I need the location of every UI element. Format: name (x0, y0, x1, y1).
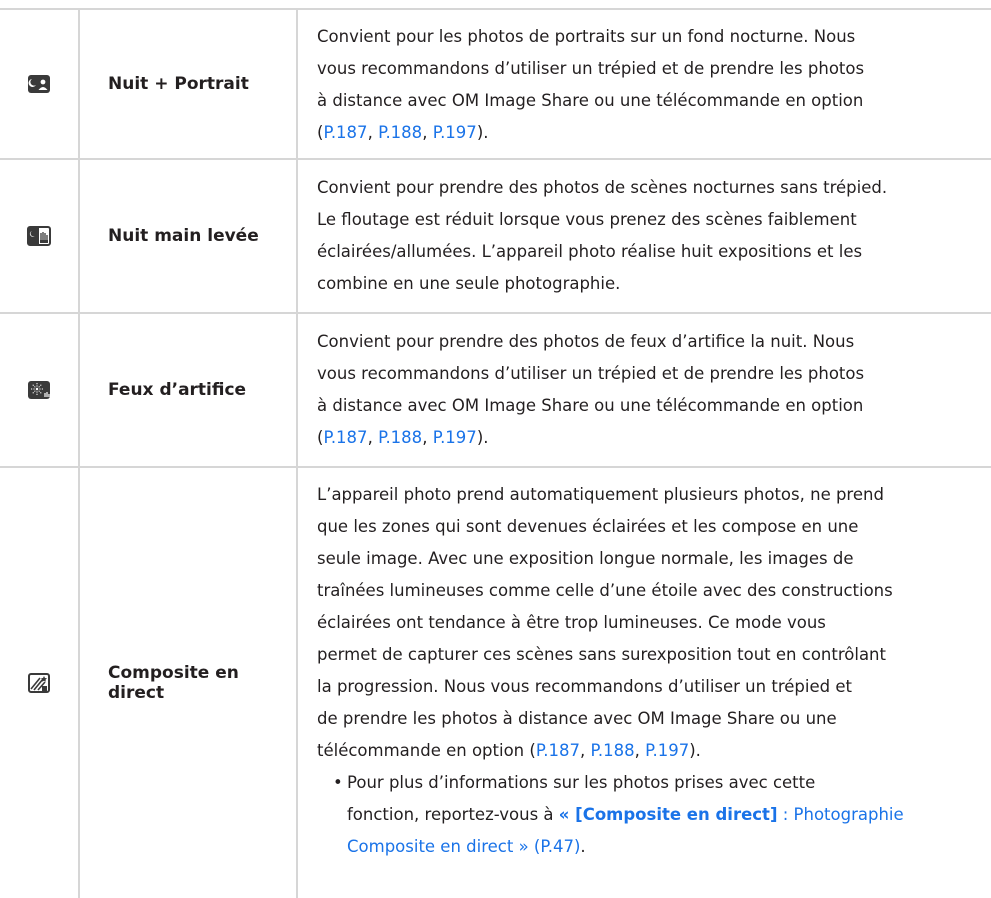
handheld-night-icon (27, 226, 51, 246)
mode-name: Feux d’artifice (80, 314, 298, 466)
reference-line: télécommande en option (P.187, P.188, P.… (317, 741, 701, 760)
bullet-mark: • (333, 773, 343, 792)
table-row: Feux d’artifice Convient pour prendre de… (0, 314, 991, 468)
mode-name: Nuit + Portrait (80, 10, 298, 158)
icon-cell (0, 10, 80, 158)
live-composite-icon (28, 673, 50, 693)
reference-line: (P.187, P.188, P.197). (317, 428, 489, 447)
icon-cell (0, 468, 80, 898)
fireworks-icon (28, 381, 50, 399)
description-line: L’appareil photo prend automatiquement p… (317, 485, 884, 504)
page-link[interactable]: P.197 (433, 428, 477, 447)
page-link[interactable]: P.197 (433, 123, 477, 142)
description-line: vous recommandons d’utiliser un trépied … (317, 59, 865, 78)
page-link[interactable]: P.187 (323, 123, 367, 142)
description-line: vous recommandons d’utiliser un trépied … (317, 364, 865, 383)
description-line: combine en une seule photographie. (317, 274, 621, 293)
description-line: Convient pour prendre des photos de scèn… (317, 178, 888, 197)
icon-cell (0, 160, 80, 312)
page-link[interactable]: P.187 (323, 428, 367, 447)
description-line: à distance avec OM Image Share ou une té… (317, 91, 864, 110)
table-row: Nuit + Portrait Convient pour les photos… (0, 10, 991, 160)
description-line: Convient pour prendre des photos de feux… (317, 332, 855, 351)
description-line: permet de capturer ces scènes sans surex… (317, 645, 886, 664)
night-portrait-icon (28, 75, 50, 93)
description-line: Convient pour les photos de portraits su… (317, 27, 856, 46)
description-line: à distance avec OM Image Share ou une té… (317, 396, 864, 415)
description-line: éclairées ont tendance à être trop lumin… (317, 613, 826, 632)
table-row: Nuit main levée Convient pour prendre de… (0, 160, 991, 314)
mode-name: Nuit main levée (80, 160, 298, 312)
cross-reference-link[interactable]: Composite en direct » (P.47) (347, 837, 580, 856)
table-row: Composite en direct L’appareil photo pre… (0, 468, 991, 898)
description-line: éclairées/allumées. L’appareil photo réa… (317, 242, 863, 261)
bullet-note: • Pour plus d’informations sur les photos… (325, 767, 977, 863)
description-line: traînées lumineuses comme celle d’une ét… (317, 581, 893, 600)
page-link[interactable]: P.197 (645, 741, 689, 760)
cross-reference-link[interactable]: « [Composite en direct] (559, 805, 778, 824)
icon-cell (0, 314, 80, 466)
description-line: Le floutage est réduit lorsque vous pren… (317, 210, 857, 229)
description-line: la progression. Nous vous recommandons d… (317, 677, 852, 696)
reference-line: (P.187, P.188, P.197). (317, 123, 489, 142)
page-link[interactable]: P.188 (378, 123, 422, 142)
mode-description: Convient pour prendre des photos de scèn… (298, 160, 991, 312)
bullet-text: Pour plus d’informations sur les photos … (347, 773, 816, 792)
cross-reference-link[interactable]: : Photographie (777, 805, 904, 824)
mode-description: L’appareil photo prend automatiquement p… (298, 468, 991, 898)
page-link[interactable]: P.188 (590, 741, 634, 760)
scene-mode-table: Nuit + Portrait Convient pour les photos… (0, 8, 991, 898)
page-link[interactable]: P.188 (378, 428, 422, 447)
description-line: de prendre les photos à distance avec OM… (317, 709, 837, 728)
mode-description: Convient pour les photos de portraits su… (298, 10, 991, 158)
description-line: seule image. Avec une exposition longue … (317, 549, 854, 568)
mode-name: Composite en direct (80, 468, 298, 898)
description-line: que les zones qui sont devenues éclairée… (317, 517, 859, 536)
page-link[interactable]: P.187 (536, 741, 580, 760)
mode-description: Convient pour prendre des photos de feux… (298, 314, 991, 466)
